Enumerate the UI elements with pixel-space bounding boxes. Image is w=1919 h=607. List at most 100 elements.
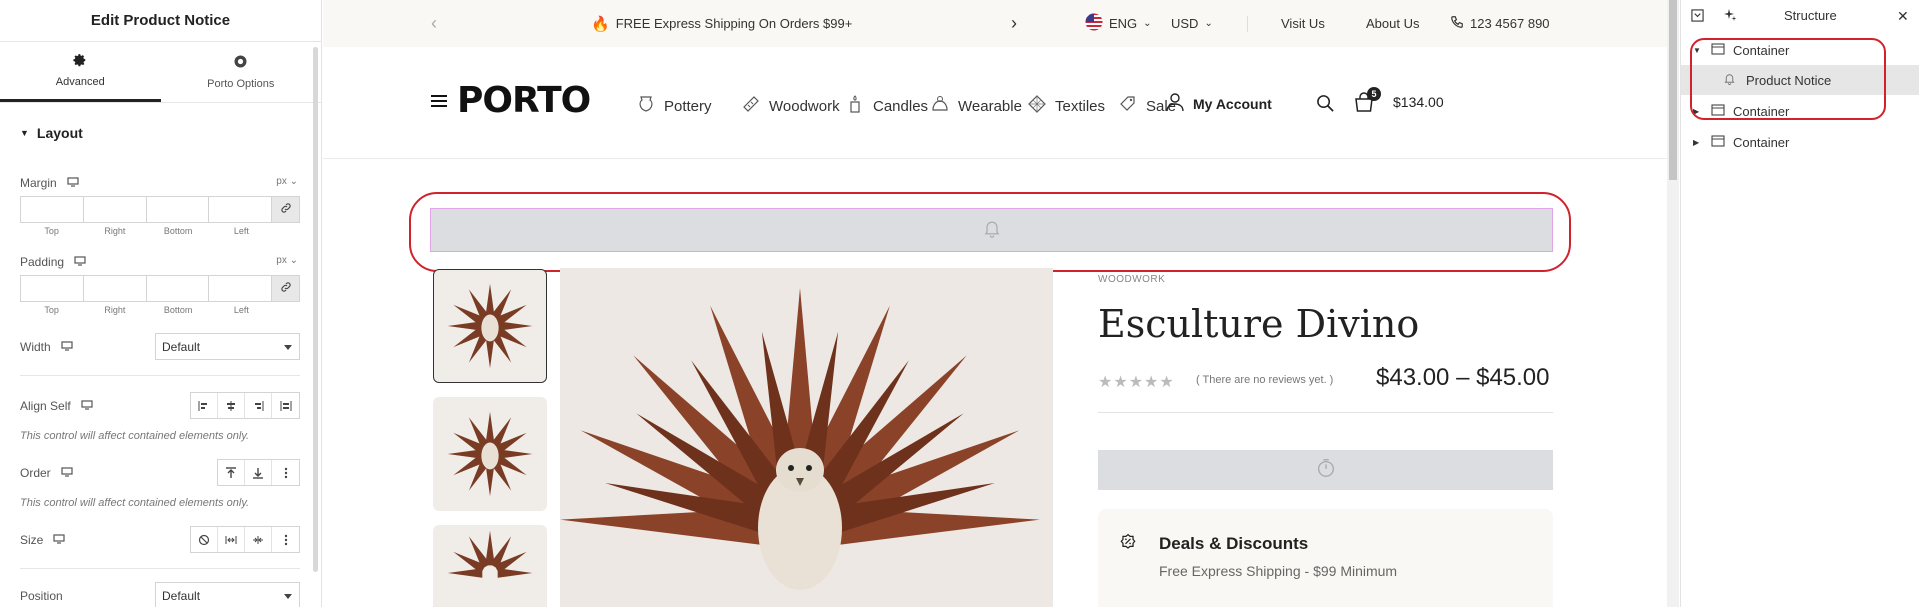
nav-wearable[interactable]: Wearable [930,94,1022,118]
textiles-icon [1027,94,1047,118]
padding-control: Top Right Bottom Left [20,275,300,315]
size-buttons [190,526,300,553]
desktop-icon[interactable] [53,533,65,547]
nav-woodwork[interactable]: Woodwork [741,94,840,118]
product-thumbnail[interactable] [433,269,547,383]
product-thumbnail[interactable] [433,525,547,607]
rating-stars: ★★★★★ [1098,374,1175,391]
margin-left-input[interactable] [209,197,272,222]
product-title: Esculture Divino [1098,302,1420,346]
editor-body: ▼ Layout Margin px ⌄ Top Right Bottom Le… [0,104,312,607]
margin-bottom-input[interactable] [147,197,210,222]
divider [20,568,300,569]
margin-top-input[interactable] [21,197,84,222]
size-shrink-icon[interactable] [245,527,272,552]
margin-label: Margin [20,176,57,190]
padding-left-input[interactable] [209,276,272,301]
visit-us-link[interactable]: Visit Us [1281,0,1325,47]
size-grow-icon[interactable] [218,527,245,552]
promo-message: 🔥 FREE Express Shipping On Orders $99+ [591,15,853,33]
structure-header: Structure ✕ [1681,0,1919,32]
currency-switcher[interactable]: USD ⌄ [1171,0,1213,47]
order-last-icon[interactable] [245,460,272,485]
search-icon[interactable] [1316,94,1335,113]
candle-icon [845,94,865,118]
caret-right-icon[interactable]: ▶ [1693,138,1705,147]
discount-badge-icon [1118,533,1138,558]
user-icon [1165,92,1185,115]
order-first-icon[interactable] [218,460,245,485]
close-icon[interactable]: ✕ [1897,8,1909,25]
width-select[interactable]: Default [155,333,300,360]
size-none-icon[interactable] [191,527,218,552]
divider [20,375,300,376]
divider [1247,16,1248,32]
sculpture-image [447,530,533,578]
desktop-icon[interactable] [61,340,73,354]
margin-control: Top Right Bottom Left [20,196,300,236]
desktop-icon[interactable] [74,255,86,269]
phone-icon [1450,15,1464,32]
reviews-link[interactable]: ( There are no reviews yet. ) [1196,374,1333,386]
about-us-link[interactable]: About Us [1366,0,1419,47]
padding-header: Padding px ⌄ [20,255,300,275]
desktop-icon[interactable] [61,466,73,480]
order-control: Order [20,459,300,486]
cart-button[interactable]: 5 $134.00 [1353,87,1444,114]
align-center-icon[interactable] [218,393,245,418]
nav-textiles[interactable]: Textiles [1027,94,1105,118]
padding-right-input[interactable] [84,276,147,301]
align-start-icon[interactable] [191,393,218,418]
ai-sparkle-icon[interactable] [1723,8,1737,25]
padding-unit-select[interactable]: px ⌄ [276,255,298,266]
nav-pottery[interactable]: Pottery [636,94,712,118]
margin-unit-select[interactable]: px ⌄ [276,176,298,187]
language-switcher[interactable]: ENG ⌄ [1085,0,1152,47]
tree-item-label: Container [1733,134,1790,150]
countdown-widget-placeholder[interactable] [1098,450,1553,490]
link-values-button[interactable] [272,276,299,301]
cart-total: $134.00 [1393,94,1444,110]
product-thumbnail[interactable] [433,397,547,511]
promo-prev-arrow[interactable]: ‹ [431,0,437,47]
desktop-icon[interactable] [81,399,93,413]
us-flag-icon [1085,13,1103,34]
menu-icon[interactable] [431,94,447,113]
tree-item-container[interactable]: ▶ Container [1681,127,1919,157]
caret-down-icon: ▼ [20,128,29,138]
promo-next-arrow[interactable]: › [1011,0,1017,47]
padding-top-input[interactable] [21,276,84,301]
padding-bottom-input[interactable] [147,276,210,301]
cart-count-badge: 5 [1367,87,1381,101]
site-logo[interactable]: PORTO [457,80,591,121]
collapse-all-icon[interactable] [1691,9,1704,25]
panel-scrollbar[interactable] [313,47,318,572]
align-stretch-icon[interactable] [272,393,299,418]
position-label: Position [20,588,63,603]
pottery-icon [636,94,656,118]
tab-advanced[interactable]: Advanced [0,42,161,102]
panel-title: Edit Product Notice [0,0,321,42]
page-preview: ‹ 🔥 FREE Express Shipping On Orders $99+… [323,0,1667,607]
my-account-link[interactable]: My Account [1165,92,1272,115]
order-buttons [217,459,300,486]
preview-scrollbar[interactable] [1667,0,1679,607]
gear-icon [73,53,87,70]
phone-link[interactable]: 123 4567 890 [1450,0,1550,47]
product-price: $43.00 – $45.00 [1376,364,1550,391]
desktop-icon[interactable] [67,176,79,190]
align-end-icon[interactable] [245,393,272,418]
link-values-button[interactable] [272,197,299,222]
tab-porto-options[interactable]: Porto Options [161,42,322,102]
width-label: Width [20,339,51,354]
nav-candles[interactable]: Candles [845,94,928,118]
margin-side-labels: Top Right Bottom Left [44,226,249,236]
section-layout[interactable]: ▼ Layout [0,104,312,162]
product-main-image[interactable] [560,268,1053,607]
product-category[interactable]: WOODWORK [1098,274,1165,285]
more-options-icon[interactable] [272,460,299,485]
position-select[interactable]: Default [155,582,300,607]
deals-text: Free Express Shipping - $99 Minimum [1159,563,1398,579]
margin-right-input[interactable] [84,197,147,222]
more-options-icon[interactable] [272,527,299,552]
